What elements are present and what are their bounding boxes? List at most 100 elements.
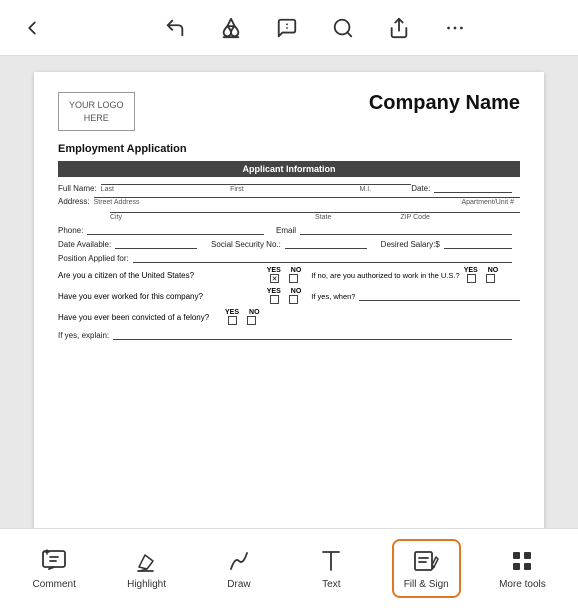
draw-tool[interactable]: Draw <box>207 541 271 596</box>
felony-yes-box[interactable] <box>228 316 237 325</box>
more-tools-tool-label: More tools <box>499 579 546 590</box>
citizen-yes-no-header: YES NO <box>267 267 302 274</box>
toolbar-left <box>16 12 48 44</box>
state-sublabel: State <box>315 214 394 221</box>
address-row2: City State ZIP Code <box>58 212 520 221</box>
worked-no-box[interactable] <box>289 295 298 304</box>
doc-header: YOUR LOGO HERE Company Name <box>58 92 520 131</box>
phone-label: Phone: <box>58 226 83 235</box>
authorized-no-label: NO <box>488 267 499 274</box>
felony-yes-no-header: YES NO <box>225 309 260 316</box>
when-section: If yes, when? <box>311 291 520 301</box>
last-sublabel: Last <box>101 186 224 193</box>
felony-no-box[interactable] <box>247 316 256 325</box>
authorized-yes-label: YES <box>464 267 478 274</box>
city-sublabel: City <box>110 214 309 221</box>
explain-row: If yes, explain: <box>58 330 520 340</box>
logo-box: YOUR LOGO HERE <box>58 92 135 131</box>
email-label: Email <box>276 226 296 235</box>
worked-row: Have you ever worked for this company? Y… <box>58 288 520 304</box>
logo-line2: HERE <box>84 113 109 123</box>
felony-checkboxes <box>228 316 256 325</box>
back-button[interactable] <box>16 12 48 44</box>
when-label: If yes, when? <box>311 292 355 301</box>
toolbar-center <box>68 12 562 44</box>
document-page: YOUR LOGO HERE Company Name Employment A… <box>34 72 544 528</box>
authorized-section: If no, are you authorized to work in the… <box>311 267 520 283</box>
ssn-label: Social Security No.: <box>211 240 281 249</box>
draw-tool-icon <box>225 547 253 575</box>
mi-sublabel: M.I. <box>359 186 405 193</box>
comment-tool-label: Comment <box>33 579 76 590</box>
more-tools-tool[interactable]: More tools <box>489 541 556 596</box>
undo-button[interactable] <box>159 12 191 44</box>
worked-yes-box[interactable] <box>270 295 279 304</box>
worked-yes-no-header: YES NO <box>267 288 302 295</box>
bottom-toolbar: Comment Highlight Draw Text <box>0 528 578 608</box>
position-label: Position Applied for: <box>58 254 129 263</box>
authorized-yes-no-header: YES NO <box>464 267 499 274</box>
citizen-question: Are you a citizen of the United States? <box>58 271 267 280</box>
worked-checkboxes <box>270 295 298 304</box>
apt-field: Apartment/Unit # <box>398 197 520 206</box>
citizen-yes-label: YES <box>267 267 281 274</box>
citizen-no-label: NO <box>291 267 302 274</box>
highlight-tool[interactable]: Highlight <box>115 541 179 596</box>
fill-sign-tool-label: Fill & Sign <box>404 579 449 590</box>
top-toolbar <box>0 0 578 56</box>
fill-sign-tool[interactable]: Fill & Sign <box>392 539 461 598</box>
explain-label: If yes, explain: <box>58 331 109 340</box>
authorized-question: If no, are you authorized to work in the… <box>311 271 459 280</box>
state-field: State <box>315 212 400 221</box>
citizen-no-box[interactable] <box>289 274 298 283</box>
worked-no-label: NO <box>291 288 302 295</box>
felony-no-label: NO <box>249 309 260 316</box>
date-available-label: Date Available: <box>58 240 111 249</box>
street-field: Street Address <box>94 197 399 206</box>
company-name: Company Name <box>369 92 520 115</box>
address-label: Address: <box>58 197 90 206</box>
mi-field: M.I. <box>359 184 411 193</box>
citizen-row: Are you a citizen of the United States? … <box>58 267 520 283</box>
date-label: Date: <box>411 184 430 193</box>
text-tool-label: Text <box>322 579 340 590</box>
address-row1: Address: Street Address Apartment/Unit # <box>58 197 520 206</box>
text-tool-icon <box>317 547 345 575</box>
zip-sublabel: ZIP Code <box>400 214 514 221</box>
first-sublabel: First <box>230 186 353 193</box>
citizen-checkboxes <box>270 274 298 283</box>
felony-yes-label: YES <box>225 309 239 316</box>
comment-tool-icon <box>40 547 68 575</box>
city-field: City <box>110 212 315 221</box>
street-sublabel: Street Address <box>94 199 393 206</box>
worked-question: Have you ever worked for this company? <box>58 292 267 301</box>
authorized-checkboxes <box>467 274 495 283</box>
app-title: Employment Application <box>58 143 520 155</box>
search-button[interactable] <box>327 12 359 44</box>
share-button[interactable] <box>383 12 415 44</box>
fill-sign-tool-icon <box>412 547 440 575</box>
desired-salary-label: Desired Salary:$ <box>381 240 440 249</box>
felony-question: Have you ever been convicted of a felony… <box>58 313 225 322</box>
felony-row: Have you ever been convicted of a felony… <box>58 309 520 325</box>
first-field: First <box>230 184 359 193</box>
last-field: Last <box>101 184 230 193</box>
citizen-yes-box[interactable] <box>270 274 279 283</box>
comment-button[interactable] <box>271 12 303 44</box>
highlight-tool-icon <box>133 547 161 575</box>
phone-email-row: Phone: Email <box>58 225 520 235</box>
more-button[interactable] <box>439 12 471 44</box>
highlight-tool-label: Highlight <box>127 579 166 590</box>
apt-sublabel: Apartment/Unit # <box>398 199 514 206</box>
comment-tool[interactable]: Comment <box>22 541 86 596</box>
authorized-no-box[interactable] <box>486 274 495 283</box>
draw-tool-label: Draw <box>227 579 250 590</box>
fullname-label: Full Name: <box>58 184 97 193</box>
authorized-yes-box[interactable] <box>467 274 476 283</box>
fillcolor-button[interactable] <box>215 12 247 44</box>
text-tool[interactable]: Text <box>299 541 363 596</box>
position-row: Position Applied for: <box>58 253 520 263</box>
zip-field: ZIP Code <box>400 212 520 221</box>
worked-yes-label: YES <box>267 288 281 295</box>
fullname-row: Full Name: Last First M.I. Date: <box>58 183 520 193</box>
